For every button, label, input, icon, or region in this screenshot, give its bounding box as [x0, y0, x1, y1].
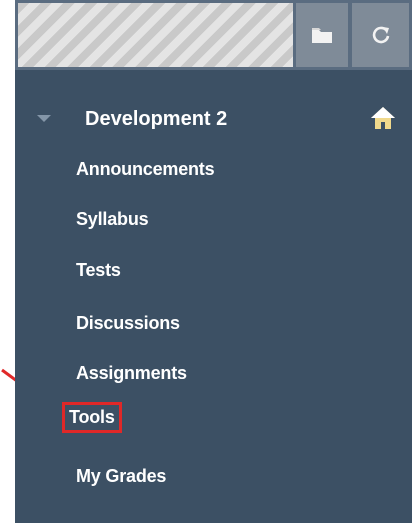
nav-item-tests[interactable]: Tests	[72, 256, 125, 285]
menu-toolbar	[15, 0, 412, 70]
refresh-icon	[372, 26, 389, 44]
nav-item-announcements[interactable]: Announcements	[72, 155, 218, 184]
refresh-button[interactable]	[352, 3, 409, 67]
screenshot-root: Development 2 Announcements Syllabus Tes…	[0, 0, 412, 523]
course-header[interactable]: Development 2	[15, 100, 412, 140]
home-icon[interactable]	[370, 106, 396, 130]
nav-item-my-grades[interactable]: My Grades	[72, 462, 170, 491]
nav-item-assignments[interactable]: Assignments	[72, 359, 191, 388]
folder-icon	[312, 28, 332, 43]
nav-item-tools[interactable]: Tools	[62, 402, 122, 433]
nav-item-discussions[interactable]: Discussions	[72, 309, 184, 338]
course-title[interactable]: Development 2	[85, 108, 227, 131]
toolbar-blank-area	[18, 3, 293, 67]
nav-item-syllabus[interactable]: Syllabus	[72, 205, 152, 234]
course-menu-panel: Development 2 Announcements Syllabus Tes…	[15, 0, 412, 523]
folder-view-button[interactable]	[296, 3, 348, 67]
triangle-down-icon[interactable]	[37, 115, 51, 122]
